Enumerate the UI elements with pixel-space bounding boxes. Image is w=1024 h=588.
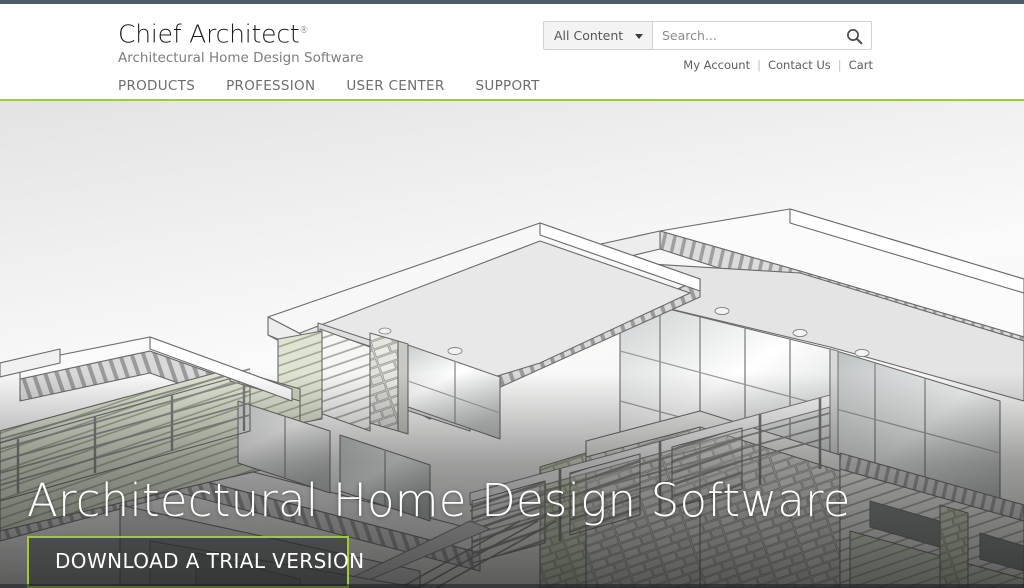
search-bar: All Content [543,21,872,50]
nav-item-user-center[interactable]: USER CENTER [346,78,444,94]
utility-link-cart[interactable]: Cart [849,58,873,72]
search-input[interactable] [662,28,840,43]
search-scope-label: All Content [554,28,624,43]
nav-item-profession[interactable]: PROFESSION [226,78,315,94]
chevron-down-icon [635,33,643,39]
site-header: Chief Architect® Architectural Home Desi… [0,4,1024,101]
search-scope-dropdown[interactable]: All Content [543,21,653,50]
nav-item-support[interactable]: SUPPORT [476,78,540,94]
registered-trademark-icon: ® [299,26,309,36]
logo-wordmark: Chief Architect® [118,17,364,48]
utility-separator: | [837,58,842,72]
logo-name: Chief Architect [118,19,300,49]
download-trial-button[interactable]: DOWNLOAD A TRIAL VERSION [27,536,364,588]
search-field-wrap [653,21,872,50]
utility-link-contact-us[interactable]: Contact Us [768,58,831,72]
page-root: Chief Architect® Architectural Home Desi… [0,0,1024,588]
hero-content: Architectural Home Design Software DOWNL… [27,475,927,588]
main-navigation: PRODUCTS PROFESSION USER CENTER SUPPORT [118,78,540,94]
site-logo[interactable]: Chief Architect® Architectural Home Desi… [118,17,364,67]
logo-tagline: Architectural Home Design Software [118,50,364,67]
hero-banner: Architectural Home Design Software DOWNL… [0,101,1024,588]
utility-separator: | [757,58,761,72]
hero-headline: Architectural Home Design Software [27,474,851,527]
utility-links: My Account | Contact Us | Cart [683,58,873,72]
utility-link-my-account[interactable]: My Account [683,58,750,72]
nav-item-products[interactable]: PRODUCTS [118,78,195,94]
hero-bottom-edge [0,584,1024,588]
search-icon[interactable] [846,28,863,45]
